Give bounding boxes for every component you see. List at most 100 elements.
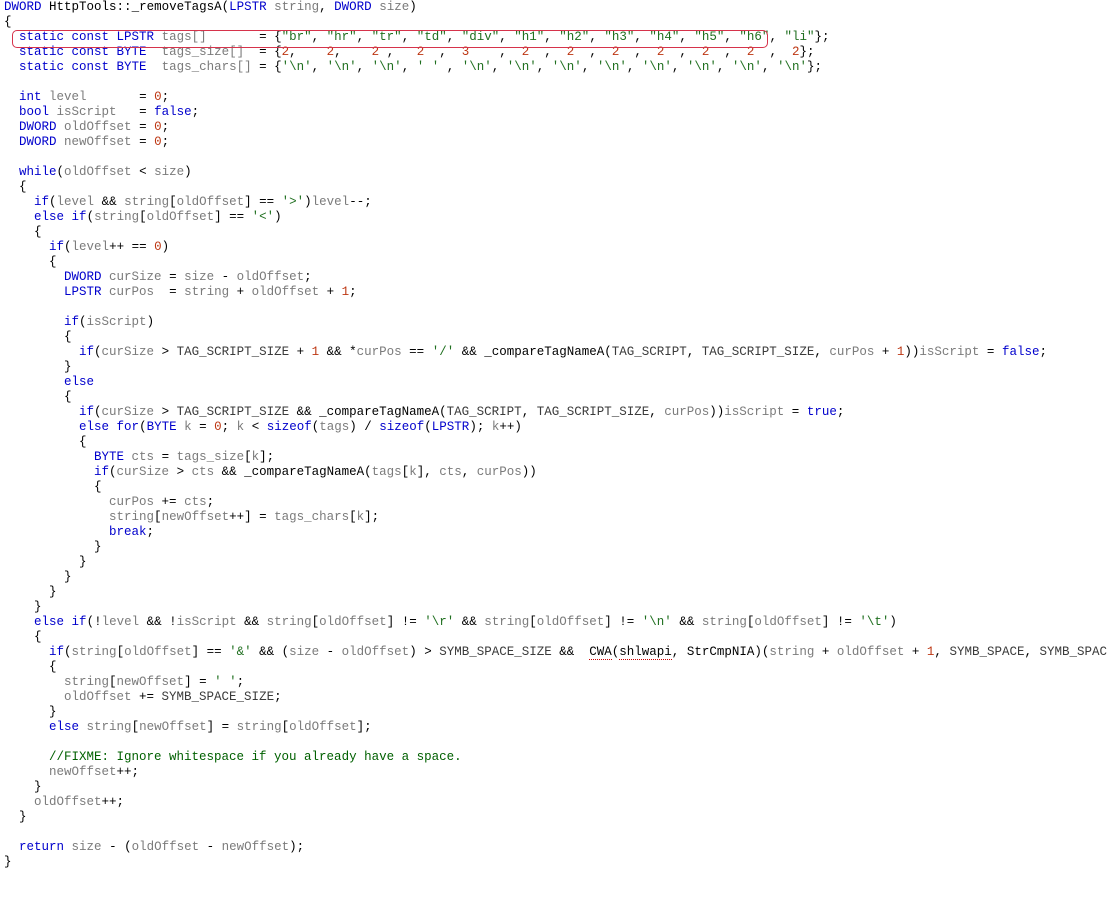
id: size bbox=[289, 645, 319, 659]
s: "tr" bbox=[372, 30, 402, 44]
type-lpstr: LPSTR bbox=[64, 285, 102, 299]
n: 2 bbox=[567, 45, 575, 59]
c: '\n' bbox=[327, 60, 357, 74]
char-space: ' ' bbox=[214, 675, 237, 689]
kw-static-const: static const bbox=[19, 45, 117, 59]
n: 3 bbox=[462, 45, 470, 59]
s: "h6" bbox=[739, 30, 769, 44]
id: cts bbox=[192, 465, 215, 479]
id-shlwapi: shlwapi bbox=[619, 645, 672, 660]
n: 1 bbox=[927, 645, 935, 659]
id: curSize bbox=[102, 345, 155, 359]
id: newOffset bbox=[162, 510, 230, 524]
char-tab: '\t' bbox=[859, 615, 889, 629]
id: oldOffset bbox=[34, 795, 102, 809]
char-gt: '>' bbox=[282, 195, 305, 209]
id: level bbox=[72, 240, 110, 254]
kw-if: if bbox=[49, 645, 64, 659]
source-code[interactable]: DWORD HttpTools::_removeTagsA(LPSTR stri… bbox=[0, 0, 1108, 878]
kw-else: else bbox=[34, 210, 64, 224]
id: string bbox=[109, 510, 154, 524]
var-level: level bbox=[49, 90, 87, 104]
char-nl: '\n' bbox=[642, 615, 672, 629]
id: isScript bbox=[919, 345, 979, 359]
kw-static-const: static const bbox=[19, 30, 117, 44]
fn: _compareTagNameA bbox=[484, 345, 604, 359]
n: 2 bbox=[417, 45, 425, 59]
type-byte: BYTE bbox=[117, 45, 147, 59]
c: '\n' bbox=[687, 60, 717, 74]
id: oldOffset bbox=[289, 720, 357, 734]
id: oldOffset bbox=[754, 615, 822, 629]
id: isScript bbox=[87, 315, 147, 329]
id: oldOffset bbox=[132, 840, 200, 854]
kw-else: else bbox=[49, 720, 79, 734]
kw-static-const: static const bbox=[19, 60, 117, 74]
s: "h2" bbox=[559, 30, 589, 44]
id: size bbox=[154, 165, 184, 179]
kw-else: else bbox=[79, 420, 109, 434]
const: TAG_SCRIPT bbox=[447, 405, 522, 419]
c: ' ' bbox=[417, 60, 440, 74]
char-lt: '<' bbox=[252, 210, 275, 224]
id: string bbox=[72, 645, 117, 659]
type-byte: BYTE bbox=[147, 420, 177, 434]
kw-if: if bbox=[79, 345, 94, 359]
id: oldOffset bbox=[177, 195, 245, 209]
kw-if: if bbox=[72, 210, 87, 224]
id: oldOffset bbox=[319, 615, 387, 629]
id: string bbox=[237, 720, 282, 734]
kw-if: if bbox=[64, 315, 79, 329]
kw-else: else bbox=[64, 375, 94, 389]
id: curSize bbox=[109, 270, 162, 284]
id: size bbox=[184, 270, 214, 284]
const: SYMB_SPACE_SIZE bbox=[1039, 645, 1108, 659]
kw-if: if bbox=[79, 405, 94, 419]
s: "td" bbox=[417, 30, 447, 44]
id: oldOffset bbox=[837, 645, 905, 659]
s: "li" bbox=[784, 30, 814, 44]
s: "h3" bbox=[604, 30, 634, 44]
id: string bbox=[87, 720, 132, 734]
n: 2 bbox=[792, 45, 800, 59]
type-dword: DWORD bbox=[4, 0, 42, 14]
id: string bbox=[484, 615, 529, 629]
n: 1 bbox=[342, 285, 350, 299]
c: '\n' bbox=[507, 60, 537, 74]
s: "br" bbox=[282, 30, 312, 44]
n: 2 bbox=[702, 45, 710, 59]
fn: _compareTagNameA bbox=[319, 405, 439, 419]
id: tags_chars bbox=[274, 510, 349, 524]
id: size bbox=[72, 840, 102, 854]
const: SYMB_SPACE_SIZE bbox=[439, 645, 552, 659]
n: 0 bbox=[214, 420, 222, 434]
type-int: int bbox=[19, 90, 42, 104]
char-cr: '\r' bbox=[424, 615, 454, 629]
var-isscript: isScript bbox=[57, 105, 117, 119]
id: oldOffset bbox=[64, 690, 132, 704]
c: '\n' bbox=[282, 60, 312, 74]
n: 2 bbox=[282, 45, 290, 59]
n: 2 bbox=[327, 45, 335, 59]
c: '\n' bbox=[732, 60, 762, 74]
char-slash: '/' bbox=[432, 345, 455, 359]
kw-break: break bbox=[109, 525, 147, 539]
id: k bbox=[409, 465, 417, 479]
fn-cwa: CWA bbox=[589, 645, 612, 660]
id: string bbox=[184, 285, 229, 299]
id: oldOffset bbox=[237, 270, 305, 284]
n: 0 bbox=[154, 120, 162, 134]
id: string bbox=[769, 645, 814, 659]
s: "h1" bbox=[514, 30, 544, 44]
id: oldOffset bbox=[147, 210, 215, 224]
fn-strcmpnia: StrCmpNIA bbox=[687, 645, 755, 659]
kw-sizeof: sizeof bbox=[379, 420, 424, 434]
var-tags: tags[] bbox=[162, 30, 207, 44]
id: oldOffset bbox=[342, 645, 410, 659]
kw-if: if bbox=[94, 465, 109, 479]
kw-if: if bbox=[34, 195, 49, 209]
type-dword: DWORD bbox=[19, 120, 57, 134]
id: string bbox=[124, 195, 169, 209]
id: tags bbox=[372, 465, 402, 479]
lit-true: true bbox=[807, 405, 837, 419]
